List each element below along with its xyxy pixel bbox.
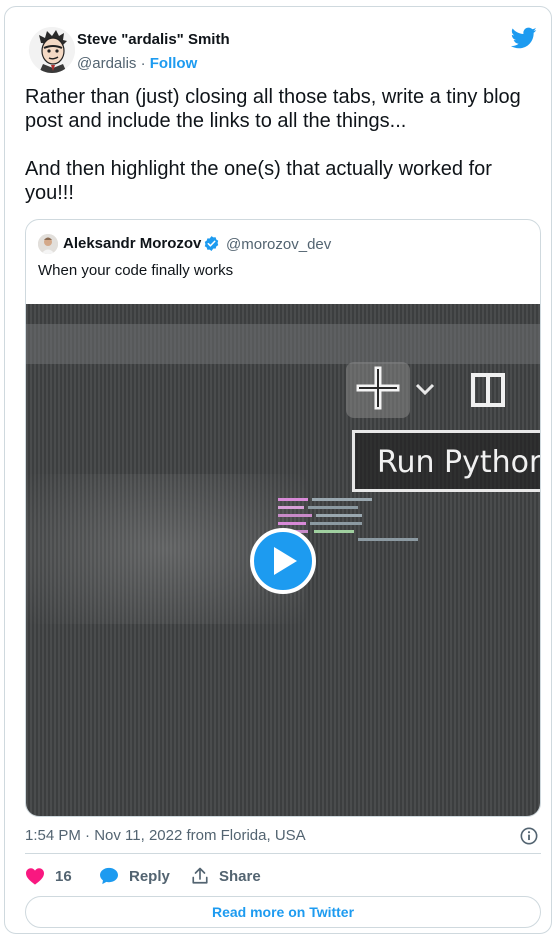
video-player[interactable]: Run Python	[26, 304, 540, 816]
heart-icon	[26, 868, 44, 885]
tweet-text-paragraph-1: Rather than (just) closing all those tab…	[25, 86, 521, 132]
plus-icon	[356, 366, 400, 410]
tweet-timestamp[interactable]: 1:54 PM · Nov 11, 2022 from Florida, USA	[25, 827, 306, 844]
quoted-author-name[interactable]: Aleksandr Morozov	[63, 235, 201, 252]
like-button[interactable]: 16	[25, 867, 72, 885]
follow-link[interactable]: Follow	[150, 55, 198, 72]
author-name[interactable]: Steve "ardalis" Smith	[77, 31, 230, 48]
like-count: 16	[55, 867, 72, 885]
video-light-band	[26, 324, 540, 364]
quoted-tweet[interactable]: Aleksandr Morozov @morozov_dev When your…	[25, 219, 541, 817]
video-run-python-label: Run Python	[377, 445, 541, 480]
share-label: Share	[219, 867, 261, 885]
speech-bubble-icon	[100, 867, 118, 885]
video-run-python-box: Run Python	[352, 430, 541, 492]
reply-button[interactable]: Reply	[99, 867, 170, 885]
reply-label: Reply	[129, 867, 170, 885]
share-button[interactable]: Share	[191, 867, 261, 885]
play-icon	[274, 547, 297, 575]
author-avatar[interactable]	[29, 27, 75, 73]
quoted-tweet-text: When your code finally works	[38, 262, 234, 279]
verified-badge-icon	[204, 236, 219, 251]
quoted-author-avatar[interactable]	[38, 234, 58, 254]
play-button[interactable]	[250, 528, 316, 594]
info-icon[interactable]	[520, 827, 538, 845]
author-handle[interactable]: @ardalis	[77, 55, 136, 72]
chevron-down-icon	[415, 383, 435, 396]
handle-separator: ·	[136, 55, 150, 72]
quoted-author-handle[interactable]: @morozov_dev	[226, 236, 331, 253]
author-handle-line: @ardalis · Follow	[77, 55, 197, 72]
actions-divider	[25, 853, 541, 854]
share-upload-icon	[192, 867, 208, 884]
tweet-text-paragraph-2: And then highlight the one(s) that actua…	[25, 158, 492, 204]
split-pane-icon	[471, 373, 505, 407]
tweet-card: Steve "ardalis" Smith @ardalis · Follow …	[4, 6, 552, 934]
read-more-button[interactable]: Read more on Twitter	[25, 896, 541, 928]
twitter-bird-icon[interactable]	[511, 25, 537, 51]
